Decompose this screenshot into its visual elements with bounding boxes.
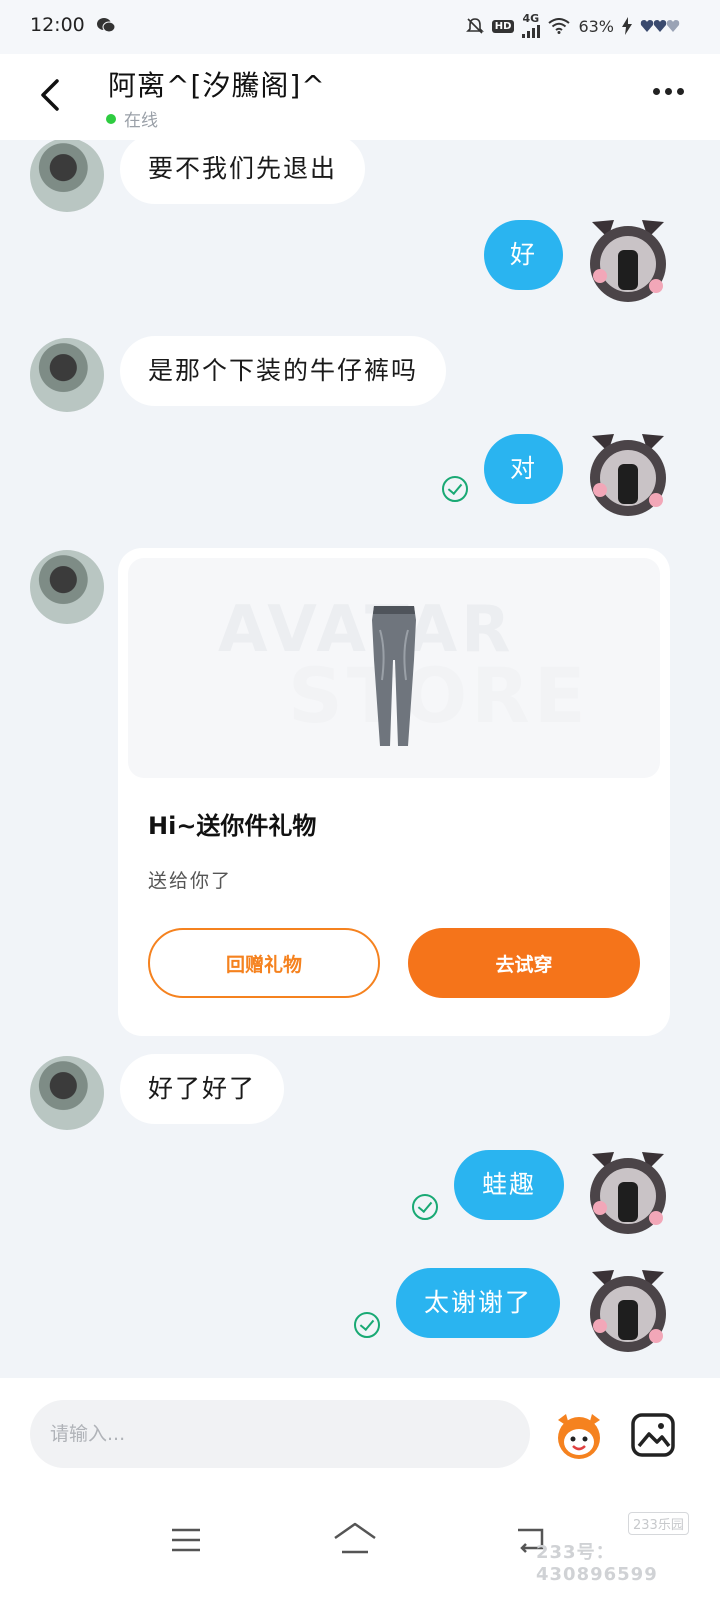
battery-percent: 63% [578, 16, 614, 36]
my-avatar[interactable] [584, 1148, 672, 1240]
online-status-label: 在线 [124, 111, 158, 131]
watermark-logo: 233乐园 [628, 1512, 689, 1535]
status-icons: HD 4G 63% [465, 12, 680, 38]
chevron-left-icon [41, 79, 59, 111]
message-bubble-outgoing[interactable]: 蛙趣 [454, 1150, 565, 1220]
gift-card[interactable]: AVATAR STORE Hi~送你件礼物 送给你了 回赠礼物 去试穿 [118, 548, 670, 1036]
online-status: 在线 [106, 106, 158, 131]
more-button[interactable] [653, 88, 684, 95]
my-avatar[interactable] [584, 1266, 672, 1358]
status-time: 12:00 [30, 14, 85, 36]
message-bubble-incoming[interactable]: 是那个下装的牛仔裤吗 [120, 336, 447, 406]
try-on-button[interactable]: 去试穿 [408, 928, 640, 998]
read-check-icon [354, 1312, 380, 1338]
hd-badge: HD [491, 19, 515, 33]
message-bubble-outgoing[interactable]: 好 [484, 220, 564, 290]
network-label: 4G [522, 12, 540, 25]
contact-avatar[interactable] [30, 550, 104, 624]
return-gift-button[interactable]: 回赠礼物 [148, 928, 380, 998]
message-bubble-incoming[interactable]: 要不我们先退出 [120, 140, 366, 204]
chat-title: 阿离^[汐騰阁]^ [108, 69, 326, 102]
message-bubble-outgoing[interactable]: 太谢谢了 [396, 1268, 561, 1338]
contact-avatar[interactable] [30, 338, 104, 412]
gift-title: Hi~送你件礼物 [148, 812, 317, 840]
charging-icon [622, 17, 632, 35]
status-bar: 12:00 HD 4G 63% [0, 0, 720, 54]
mute-icon [465, 18, 484, 34]
online-dot-icon [106, 113, 116, 124]
jeans-icon [372, 606, 416, 746]
gift-image[interactable]: AVATAR STORE [128, 558, 660, 778]
store-watermark: STORE [288, 651, 590, 740]
message-list[interactable]: 要不我们先退出 好 是那个下装的牛仔裤吗 对 AVATAR STORE Hi~送… [0, 140, 720, 1378]
read-check-icon [442, 476, 468, 502]
message-bubble-outgoing[interactable]: 对 [484, 434, 564, 504]
signal-icon: 4G [522, 12, 541, 38]
input-bar [0, 1378, 720, 1490]
gift-subtitle: 送给你了 [148, 870, 233, 892]
my-avatar[interactable] [584, 430, 672, 522]
wifi-icon [548, 18, 571, 34]
more-dots-icon [653, 88, 660, 95]
my-avatar[interactable] [584, 216, 672, 308]
image-icon[interactable] [630, 1412, 676, 1458]
back-button[interactable] [30, 72, 70, 118]
contact-avatar[interactable] [30, 140, 104, 212]
chat-header: 阿离^[汐騰阁]^ 在线 [0, 54, 720, 140]
system-nav-bar: 233乐园 233号：430896599 [0, 1490, 720, 1600]
contact-avatar[interactable] [30, 1056, 104, 1130]
message-input[interactable] [30, 1400, 530, 1468]
watermark-id: 233号：430896599 [536, 1542, 658, 1585]
home-icon[interactable] [332, 1520, 378, 1556]
message-bubble-incoming[interactable]: 好了好了 [120, 1054, 285, 1124]
read-check-icon [412, 1194, 438, 1220]
wechat-icon [97, 18, 116, 33]
hearts-icon [640, 20, 680, 32]
emoji-icon[interactable] [552, 1408, 606, 1462]
menu-icon[interactable] [170, 1526, 202, 1554]
